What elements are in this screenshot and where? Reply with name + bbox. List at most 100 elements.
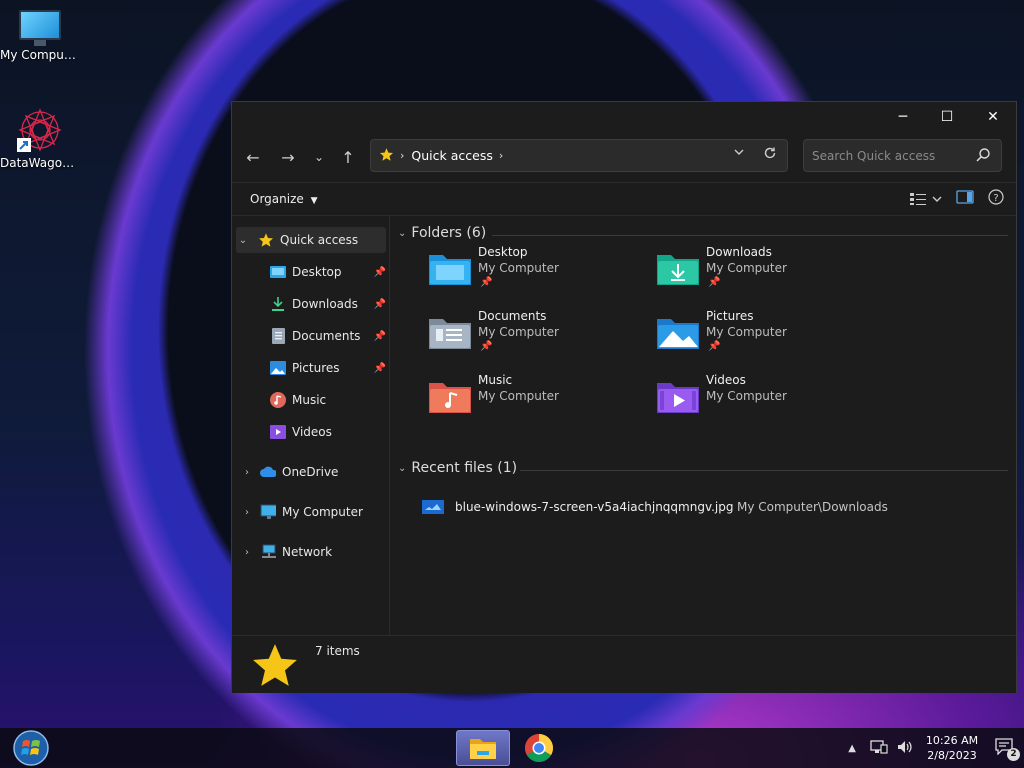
music-folder-icon xyxy=(428,377,472,415)
chevron-down-icon: ⌄ xyxy=(398,227,407,239)
search-icon[interactable] xyxy=(975,147,991,166)
chrome-icon xyxy=(525,734,553,762)
network-icon xyxy=(260,544,276,560)
chevron-down-icon[interactable]: ⌄ xyxy=(236,235,250,246)
chevron-right-icon[interactable]: › xyxy=(240,467,254,478)
folders-section-title: Folders (6) xyxy=(411,225,487,241)
sidebar-item-label: My Computer xyxy=(282,505,363,519)
pin-icon[interactable]: 📌 xyxy=(374,267,386,278)
folder-name: Documents xyxy=(478,309,547,323)
recent-file-row[interactable]: blue-windows-7-screen-v5a4iachjnqqmngv.j… xyxy=(422,496,1002,518)
sidebar-item-network[interactable]: › Network xyxy=(232,539,388,565)
search-input[interactable] xyxy=(812,148,972,163)
recent-files-section-header[interactable]: ⌄ Recent files (1) xyxy=(398,460,517,476)
sidebar-item-label: Downloads xyxy=(292,297,358,311)
back-button[interactable]: ← xyxy=(240,145,266,169)
sidebar-item-desktop[interactable]: Desktop 📌 xyxy=(232,259,388,285)
pin-icon[interactable]: 📌 xyxy=(374,363,386,374)
taskbar-chrome[interactable] xyxy=(512,730,566,766)
forward-button[interactable]: → xyxy=(275,145,301,169)
folder-tile-downloads[interactable]: Downloads My Computer 📌 xyxy=(656,245,876,305)
folder-location: My Computer xyxy=(478,325,559,339)
maximize-button[interactable]: ☐ xyxy=(924,102,970,132)
list-view-icon xyxy=(910,193,926,205)
folder-tile-videos[interactable]: Videos My Computer xyxy=(656,373,876,433)
breadcrumb-separator: › xyxy=(400,149,405,162)
star-icon xyxy=(258,232,274,248)
view-options-button[interactable] xyxy=(910,192,942,206)
minimize-button[interactable]: ─ xyxy=(880,102,926,132)
pin-icon[interactable]: 📌 xyxy=(374,331,386,342)
folder-location: My Computer xyxy=(706,261,787,275)
clock[interactable]: 10:26 AM 2/8/2023 xyxy=(920,733,984,763)
clock-time: 10:26 AM xyxy=(925,734,979,747)
sidebar-item-documents[interactable]: Documents 📌 xyxy=(232,323,388,349)
folder-tile-pictures[interactable]: Pictures My Computer 📌 xyxy=(656,309,876,369)
command-bar: Organize ▼ ? xyxy=(232,182,1016,216)
chevron-right-icon[interactable]: › xyxy=(240,507,254,518)
folders-section-header[interactable]: ⌄ Folders (6) xyxy=(398,225,486,241)
folder-location: My Computer xyxy=(706,325,787,339)
folder-name: Downloads xyxy=(706,245,772,259)
sidebar-item-onedrive[interactable]: › OneDrive xyxy=(232,459,388,485)
chevron-down-icon: ⌄ xyxy=(398,462,407,474)
sidebar-item-label: Desktop xyxy=(292,265,342,279)
sidebar-item-label: Quick access xyxy=(280,233,359,247)
sidebar-item-pictures[interactable]: Pictures 📌 xyxy=(232,355,388,381)
chevron-right-icon[interactable]: › xyxy=(240,547,254,558)
up-button[interactable]: ↑ xyxy=(335,145,361,169)
breadcrumb-quick-access[interactable]: Quick access xyxy=(411,148,492,163)
title-bar: ─ ☐ ✕ xyxy=(232,102,1016,132)
section-divider xyxy=(492,235,1008,236)
start-button[interactable] xyxy=(4,730,58,766)
notifications-button[interactable]: 2 xyxy=(994,737,1020,761)
recent-file-name: blue-windows-7-screen-v5a4iachjnqqmngv.j… xyxy=(455,500,734,514)
pictures-folder-icon xyxy=(656,313,700,351)
desktop-icon-datawagon[interactable]: DataWagon... xyxy=(0,108,80,170)
cloud-icon xyxy=(260,464,276,480)
pin-icon[interactable]: 📌 xyxy=(374,299,386,310)
folder-name: Pictures xyxy=(706,309,754,323)
folder-tile-desktop[interactable]: Desktop My Computer 📌 xyxy=(428,245,648,305)
folder-location: My Computer xyxy=(478,389,559,403)
image-file-icon xyxy=(422,500,444,514)
folder-name: Desktop xyxy=(478,245,528,259)
close-button[interactable]: ✕ xyxy=(970,102,1016,132)
sidebar-item-downloads[interactable]: Downloads 📌 xyxy=(232,291,388,317)
network-status-icon[interactable] xyxy=(870,739,888,758)
breadcrumb-separator[interactable]: › xyxy=(499,149,503,162)
recent-locations-button[interactable]: ⌄ xyxy=(306,145,332,169)
star-icon xyxy=(379,147,394,165)
recent-files-section-title: Recent files (1) xyxy=(411,460,518,476)
taskbar-file-explorer[interactable] xyxy=(456,730,510,766)
music-icon xyxy=(270,392,286,408)
pictures-icon xyxy=(270,360,286,376)
sidebar-item-music[interactable]: Music xyxy=(232,387,388,413)
pin-icon: 📌 xyxy=(480,341,493,352)
organize-button[interactable]: Organize ▼ xyxy=(250,192,318,206)
help-button[interactable]: ? xyxy=(988,189,1004,209)
downloads-folder-icon xyxy=(656,249,700,287)
search-box[interactable] xyxy=(803,139,1002,172)
sidebar-item-quick-access[interactable]: ⌄ Quick access xyxy=(236,227,386,253)
folder-tile-music[interactable]: Music My Computer xyxy=(428,373,648,433)
preview-pane-button[interactable] xyxy=(956,190,974,208)
sidebar-item-label: Network xyxy=(282,545,333,559)
volume-icon[interactable] xyxy=(896,739,914,758)
system-tray: ▲ 10:26 AM 2/8/2023 2 xyxy=(848,728,1024,768)
address-bar[interactable]: › Quick access › xyxy=(370,139,788,172)
clock-date: 2/8/2023 xyxy=(927,749,977,762)
folder-tile-documents[interactable]: Documents My Computer 📌 xyxy=(428,309,648,369)
refresh-icon[interactable] xyxy=(763,146,777,163)
navigation-bar: ← → ⌄ ↑ › Quick access › xyxy=(232,132,1016,182)
desktop-icon-my-computer[interactable]: My Computer xyxy=(0,10,80,62)
chevron-down-icon xyxy=(932,196,942,202)
sidebar-item-my-computer[interactable]: › My Computer xyxy=(232,499,388,525)
sidebar-item-label: Videos xyxy=(292,425,332,439)
sidebar-item-videos[interactable]: Videos xyxy=(232,419,388,445)
address-history-dropdown-icon[interactable] xyxy=(733,146,745,163)
show-hidden-icons-button[interactable]: ▲ xyxy=(848,743,856,754)
sidebar-item-label: Pictures xyxy=(292,361,340,375)
desktop-icon-label: My Computer xyxy=(0,48,80,62)
monitor-icon xyxy=(19,10,61,46)
